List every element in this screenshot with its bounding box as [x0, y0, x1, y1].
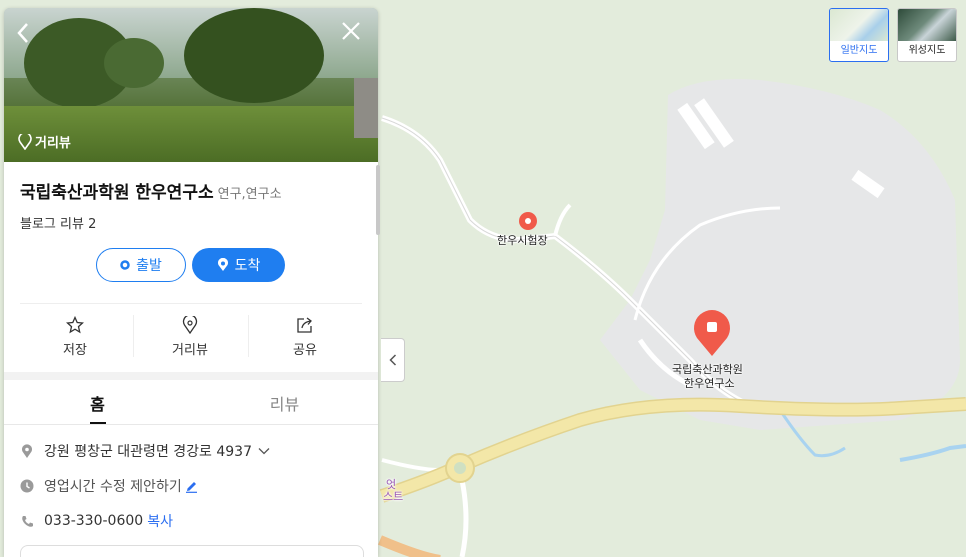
address-text: 강원 평창군 대관령면 경강로 4937 — [44, 444, 252, 460]
arrive-button-label: 도착 — [234, 258, 261, 274]
chevron-down-icon[interactable] — [258, 447, 270, 455]
map-label-main-place-line1[interactable]: 국립축산과학원 — [672, 363, 743, 377]
start-button-label: 출발 — [136, 258, 162, 274]
origin-dot-icon — [120, 260, 130, 270]
tabs-border — [4, 424, 378, 425]
location-pin-icon — [133, 314, 247, 336]
tab-review[interactable]: 리뷰 — [191, 391, 378, 415]
map-type-normal-label: 일반지도 — [840, 45, 878, 56]
street-view-action[interactable]: 거리뷰 — [133, 314, 247, 358]
close-icon[interactable] — [340, 20, 362, 46]
satellite-map-thumbnail — [898, 9, 956, 41]
hours-row[interactable]: 영업시간 수정 제안하기 — [20, 476, 198, 496]
tab-home[interactable]: 홈 — [4, 391, 191, 415]
share-icon — [248, 314, 362, 336]
next-section-card — [20, 545, 364, 557]
divider — [20, 303, 362, 304]
place-detail-panel: 거리뷰 국립축산과학원 한우연구소 연구,연구소 블로그 리뷰 2 출발 도착 저… — [4, 8, 378, 557]
star-icon — [18, 314, 132, 336]
chevron-left-icon — [388, 354, 396, 366]
place-category: 연구,연구소 — [217, 187, 282, 202]
start-button[interactable]: 출발 — [96, 248, 186, 282]
address-row[interactable]: 강원 평창군 대관령면 경강로 4937 — [20, 441, 270, 461]
street-view-action-label: 거리뷰 — [172, 343, 208, 358]
save-action[interactable]: 저장 — [18, 314, 132, 358]
back-icon[interactable] — [16, 22, 30, 49]
map-label-trial-site[interactable]: 한우시험장 — [497, 234, 548, 248]
copy-phone-link[interactable]: 복사 — [147, 511, 173, 531]
section-gap — [4, 372, 378, 380]
map-type-satellite-button[interactable]: 위성지도 — [897, 8, 957, 62]
arrive-button[interactable]: 도착 — [192, 248, 285, 282]
map-label-partial-2: 스트 — [383, 490, 404, 503]
location-pin-icon — [18, 133, 32, 150]
street-view-badge[interactable]: 거리뷰 — [18, 132, 71, 151]
place-name: 국립축산과학원 한우연구소 — [20, 183, 214, 203]
save-action-label: 저장 — [63, 343, 87, 358]
map-type-satellite-label: 위성지도 — [908, 45, 946, 56]
map-label-main-place-line2[interactable]: 한우연구소 — [684, 377, 735, 391]
clock-icon — [20, 479, 34, 493]
normal-map-thumbnail — [830, 9, 888, 41]
phone-row: 033-330-0600 복사 — [20, 511, 173, 531]
hours-suggest-text: 영업시간 수정 제안하기 — [44, 479, 182, 495]
phone-icon — [20, 515, 34, 528]
collapse-panel-button[interactable] — [381, 338, 405, 382]
blog-review-count[interactable]: 블로그 리뷰 2 — [20, 213, 96, 232]
map-type-normal-button[interactable]: 일반지도 — [829, 8, 889, 62]
share-action[interactable]: 공유 — [248, 314, 362, 358]
street-view-photo[interactable]: 거리뷰 — [4, 8, 378, 162]
share-action-label: 공유 — [293, 343, 317, 358]
pencil-icon[interactable] — [185, 480, 198, 493]
street-view-label: 거리뷰 — [35, 136, 71, 151]
panel-scrollbar[interactable] — [376, 165, 380, 235]
phone-number: 033-330-0600 — [44, 513, 144, 529]
location-pin-icon — [20, 443, 34, 459]
destination-pin-icon — [217, 258, 228, 271]
place-title: 국립축산과학원 한우연구소 연구,연구소 — [20, 178, 282, 203]
